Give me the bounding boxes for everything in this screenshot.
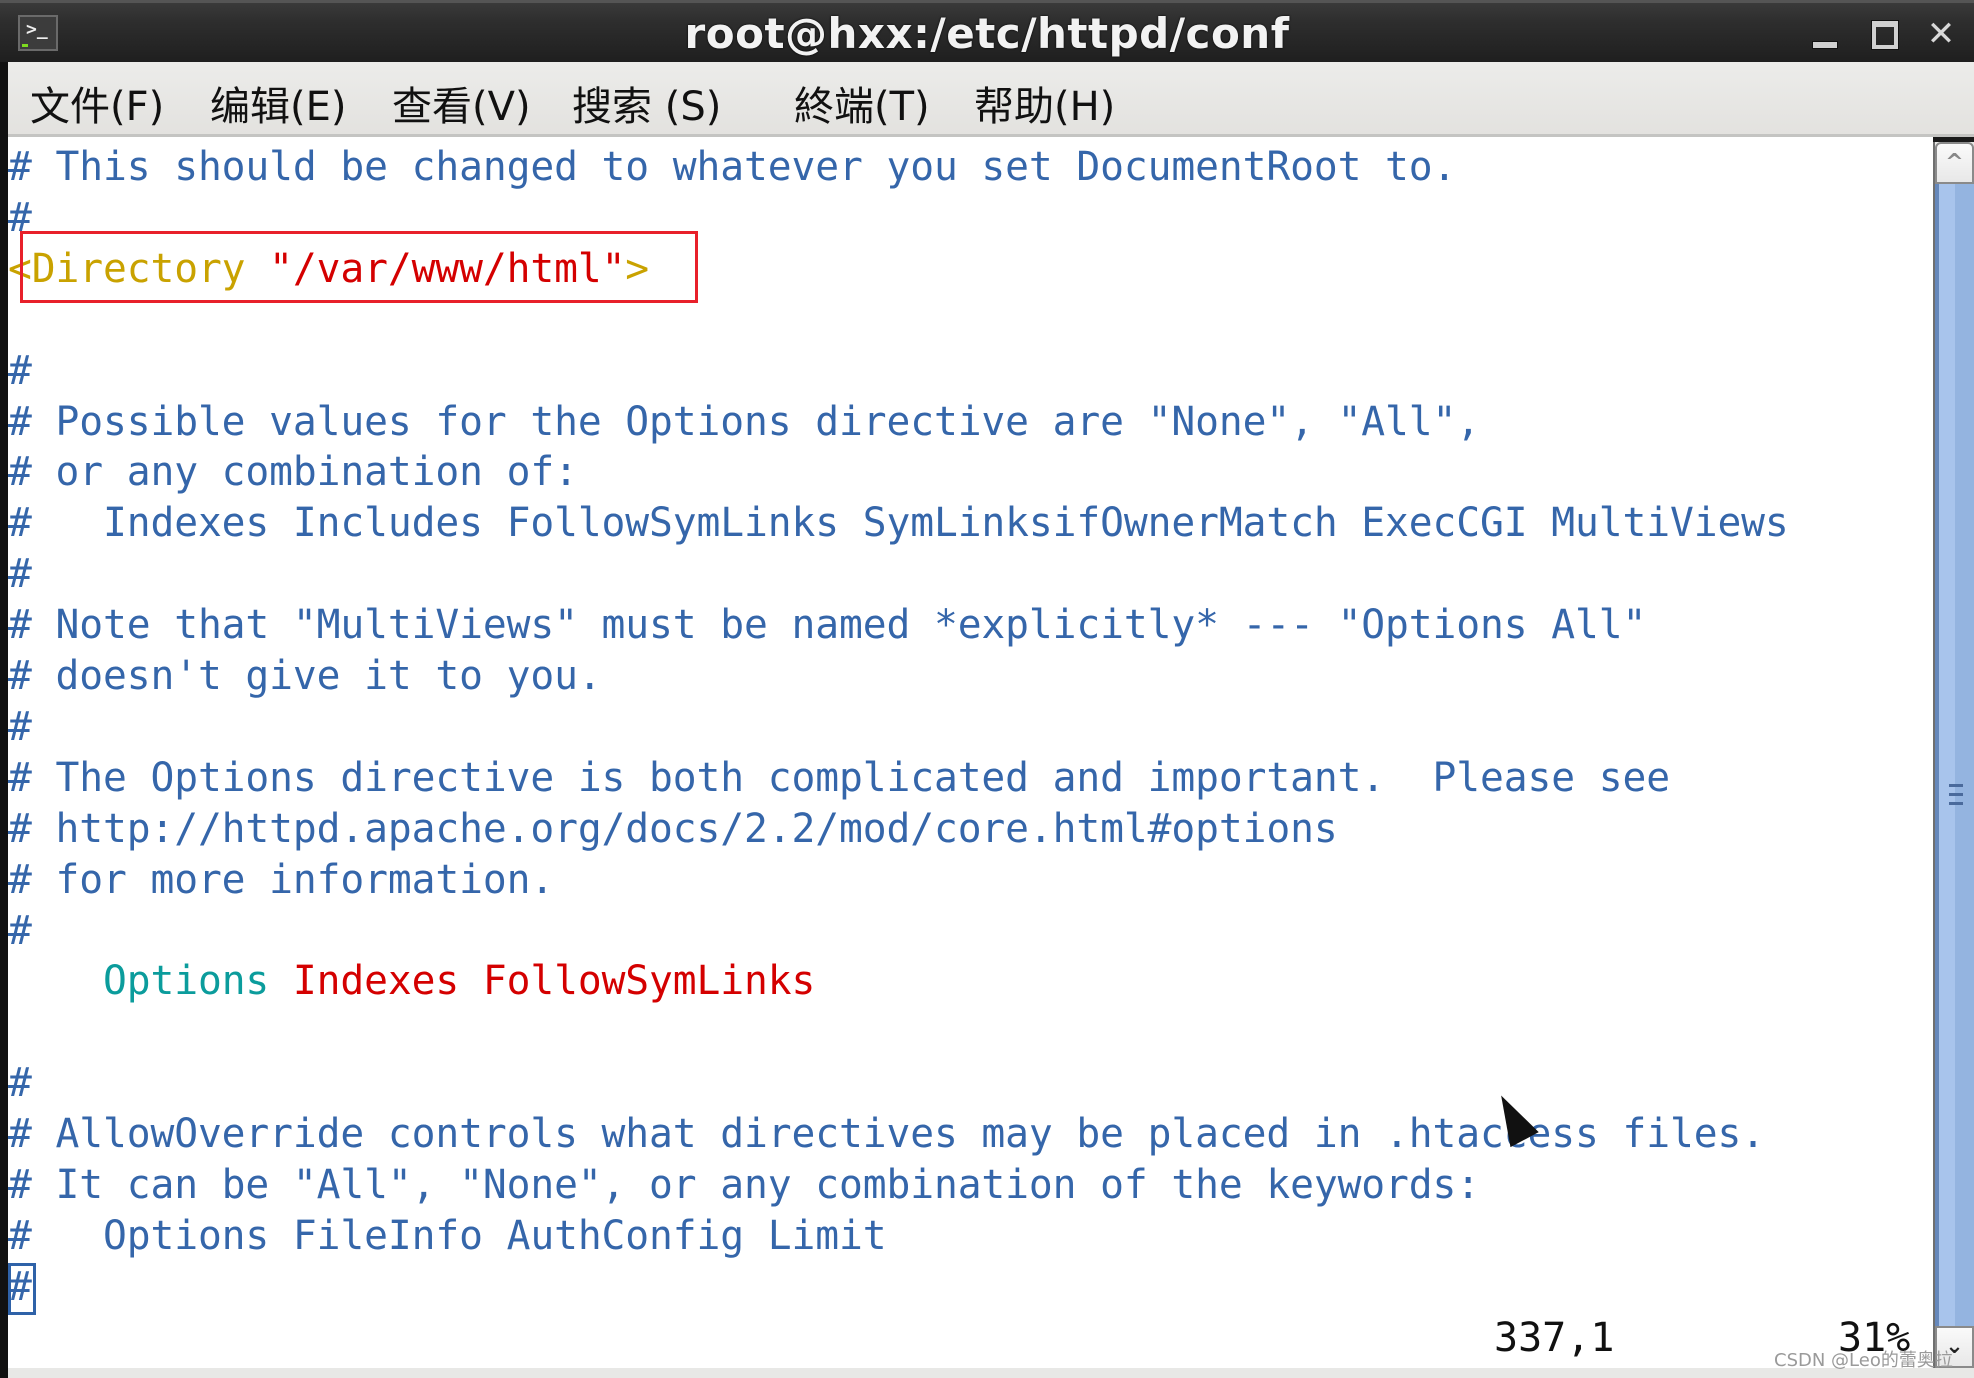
line-segment-comment: # http://httpd.apache.org/docs/2.2/mod/c… bbox=[8, 805, 1338, 852]
editor-line: # Indexes Includes FollowSymLinks SymLin… bbox=[8, 498, 1789, 549]
directory-highlight-box bbox=[20, 231, 698, 303]
editor-line: # This should be changed to whatever you… bbox=[8, 142, 1456, 193]
editor-line: # bbox=[8, 906, 32, 957]
window-bottom-edge bbox=[8, 1368, 1974, 1378]
editor-line: # bbox=[8, 1058, 32, 1109]
scrollbar-thumb[interactable] bbox=[1935, 184, 1974, 1326]
line-segment-comment: # or any combination of: bbox=[8, 449, 578, 496]
menu-help[interactable]: 帮助(H) bbox=[974, 74, 1115, 132]
editor-line: # bbox=[8, 346, 32, 397]
line-segment-val: Indexes FollowSymLinks bbox=[269, 958, 816, 1005]
editor-line: Options Indexes FollowSymLinks bbox=[8, 956, 815, 1007]
line-segment-comment: # bbox=[8, 703, 32, 750]
line-segment-comment: # doesn't give it to you. bbox=[8, 653, 602, 699]
minimize-icon[interactable] bbox=[1808, 17, 1842, 51]
line-segment-comment: # for more information. bbox=[8, 856, 555, 903]
editor-line: # http://httpd.apache.org/docs/2.2/mod/c… bbox=[8, 804, 1338, 855]
window-title: root@hxx:/etc/httpd/conf bbox=[684, 9, 1290, 58]
editor-line: # The Options directive is both complica… bbox=[8, 753, 1670, 804]
menu-edit[interactable]: 编辑(E) bbox=[210, 74, 346, 132]
grip-icon bbox=[1949, 784, 1963, 787]
line-segment-comment: # bbox=[8, 551, 32, 598]
line-segment-comment: # Possible values for the Options direct… bbox=[8, 398, 1481, 445]
close-icon[interactable]: ✕ bbox=[1924, 17, 1958, 51]
line-segment-comment: # Options FileInfo AuthConfig Limit bbox=[8, 1212, 887, 1259]
editor-line: # Note that "MultiViews" must be named *… bbox=[8, 600, 1646, 651]
maximize-icon[interactable] bbox=[1868, 17, 1902, 51]
editor-line: # for more information. bbox=[8, 855, 554, 906]
editor-line: # or any combination of: bbox=[8, 447, 578, 498]
menu-view[interactable]: 查看(V) bbox=[392, 74, 531, 132]
line-segment-comment: # Note that "MultiViews" must be named *… bbox=[8, 602, 1647, 649]
line-segment-comment: # This should be changed to whatever you… bbox=[8, 144, 1457, 190]
editor-line: # Possible values for the Options direct… bbox=[8, 397, 1480, 448]
grip-line bbox=[1949, 793, 1963, 796]
line-segment-comment: # bbox=[8, 347, 32, 394]
editor-line: # bbox=[8, 702, 32, 753]
line-segment-kw: Options bbox=[102, 958, 270, 1005]
grip-line bbox=[1949, 802, 1963, 805]
line-segment-comment: # The Options directive is both complica… bbox=[8, 754, 1670, 801]
terminal-editor[interactable]: # This should be changed to whatever you… bbox=[8, 137, 1933, 1368]
menu-terminal[interactable]: 終端(T) bbox=[794, 74, 930, 132]
menu-bar: 文件(F) 编辑(E) 查看(V) 搜索 (S) 終端(T) 帮助(H) bbox=[8, 62, 1974, 137]
line-segment-comment: # bbox=[8, 907, 32, 954]
scroll-up-icon[interactable]: ^ bbox=[1935, 142, 1974, 184]
cursor-position: 337,1 bbox=[1494, 1315, 1615, 1361]
vertical-scrollbar[interactable]: ^ ⌄ bbox=[1933, 142, 1974, 1368]
line-segment-comment: # It can be "All", "None", or any combin… bbox=[8, 1162, 1481, 1208]
title-bar[interactable]: >_ root@hxx:/etc/httpd/conf ✕ bbox=[0, 0, 1974, 62]
editor-line: # It can be "All", "None", or any combin… bbox=[8, 1160, 1480, 1211]
line-segment-comment: # bbox=[8, 1060, 32, 1107]
editor-line: # bbox=[8, 549, 32, 600]
watermark: CSDN @Leo的蕾奥拉 bbox=[1774, 1350, 1953, 1371]
window-frame bbox=[0, 62, 8, 1378]
editor-line: # Options FileInfo AuthConfig Limit bbox=[8, 1211, 887, 1262]
menu-search[interactable]: 搜索 (S) bbox=[572, 74, 721, 132]
line-segment-comment bbox=[8, 958, 103, 1004]
line-segment-comment: # Indexes Includes FollowSymLinks SymLin… bbox=[8, 500, 1789, 547]
text-cursor bbox=[8, 1263, 36, 1315]
menu-file[interactable]: 文件(F) bbox=[30, 74, 164, 132]
editor-line: # doesn't give it to you. bbox=[8, 651, 602, 702]
